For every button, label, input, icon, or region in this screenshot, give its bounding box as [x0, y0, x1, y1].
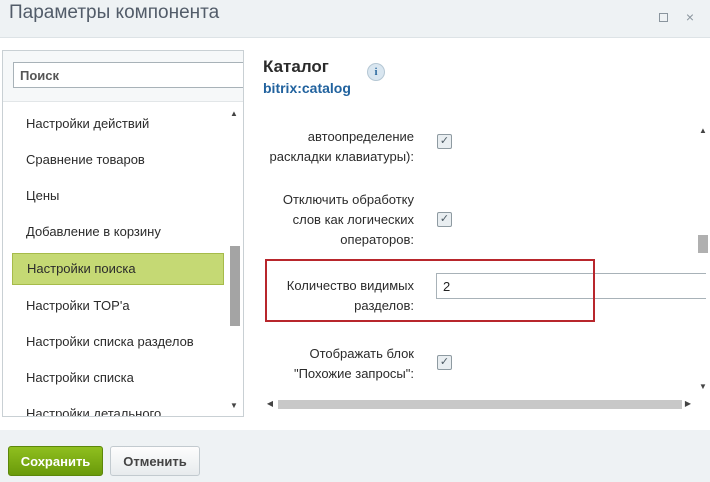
- sidebar-item-add-to-cart[interactable]: Добавление в корзину: [12, 214, 224, 250]
- scroll-right-icon[interactable]: ▶: [682, 397, 694, 411]
- sidebar-item-detail[interactable]: Настройки детального: [12, 396, 224, 416]
- cancel-button[interactable]: Отменить: [110, 446, 200, 476]
- scrollbar-thumb[interactable]: [278, 400, 682, 409]
- dialog-footer: Сохранить Отменить: [0, 430, 710, 482]
- sidebar-item-compare[interactable]: Сравнение товаров: [12, 142, 224, 178]
- component-code: bitrix:catalog: [263, 80, 351, 96]
- params-vertical-scrollbar[interactable]: ▲ ▼: [696, 123, 710, 399]
- search-input[interactable]: [13, 62, 243, 88]
- dialog-title: Параметры компонента: [9, 2, 220, 23]
- dialog-titlebar: Параметры компонента ×: [0, 0, 710, 38]
- sidebar: Настройки действий Сравнение товаров Цен…: [2, 50, 244, 417]
- close-icon[interactable]: ×: [684, 10, 696, 24]
- scrollbar-thumb[interactable]: [230, 246, 240, 326]
- sidebar-item-search-settings[interactable]: Настройки поиска: [12, 253, 224, 285]
- scroll-down-icon[interactable]: ▼: [227, 400, 241, 412]
- keyboard-layout-checkbox[interactable]: ✓: [437, 134, 452, 149]
- sidebar-list: Настройки действий Сравнение товаров Цен…: [12, 106, 224, 416]
- param-label: автоопределение раскладки клавиатуры):: [269, 129, 415, 164]
- info-icon[interactable]: i: [367, 63, 385, 81]
- highlight-box: [265, 259, 595, 322]
- sidebar-scrollbar[interactable]: ▲ ▼: [227, 106, 241, 414]
- param-label: Отключить обработку слов как логических …: [282, 192, 414, 247]
- save-button[interactable]: Сохранить: [8, 446, 103, 476]
- search-wrap: [3, 51, 243, 102]
- scroll-up-icon[interactable]: ▲: [696, 125, 710, 137]
- sidebar-item-actions[interactable]: Настройки действий: [12, 106, 224, 142]
- scroll-left-icon[interactable]: ◀: [264, 397, 276, 411]
- scrollbar-thumb[interactable]: [698, 235, 708, 253]
- sidebar-item-list[interactable]: Настройки списка: [12, 360, 224, 396]
- sidebar-item-top[interactable]: Настройки TOP'а: [12, 288, 224, 324]
- dialog-content: Настройки действий Сравнение товаров Цен…: [0, 38, 710, 430]
- logic-operators-checkbox[interactable]: ✓: [437, 212, 452, 227]
- component-name: Каталог: [263, 57, 329, 76]
- param-label: Отображать блок "Похожие запросы":: [293, 346, 414, 381]
- maximize-icon[interactable]: [657, 11, 669, 23]
- params-horizontal-scrollbar[interactable]: ◀ ▶: [262, 397, 696, 411]
- similar-queries-checkbox[interactable]: ✓: [437, 355, 452, 370]
- sidebar-item-prices[interactable]: Цены: [12, 178, 224, 214]
- scroll-up-icon[interactable]: ▲: [227, 108, 241, 120]
- sidebar-item-section-list[interactable]: Настройки списка разделов: [12, 324, 224, 360]
- scroll-down-icon[interactable]: ▼: [696, 381, 710, 393]
